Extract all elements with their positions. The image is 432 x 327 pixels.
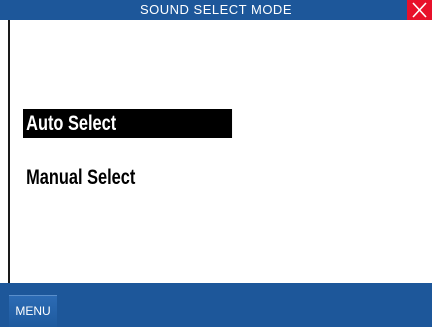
options-panel: Auto Select Manual Select xyxy=(8,20,432,283)
close-button[interactable] xyxy=(407,0,432,20)
window-title: SOUND SELECT MODE xyxy=(139,2,292,17)
option-auto-select[interactable]: Auto Select xyxy=(23,109,233,138)
title-bar: SOUND SELECT MODE xyxy=(0,0,432,20)
option-manual-select[interactable]: Manual Select xyxy=(23,163,135,192)
bottom-bar xyxy=(0,283,432,327)
close-icon xyxy=(407,0,432,20)
menu-button[interactable]: MENU xyxy=(9,295,57,327)
sound-select-mode-screen: SOUND SELECT MODE Auto Select Manual Sel… xyxy=(0,0,432,327)
